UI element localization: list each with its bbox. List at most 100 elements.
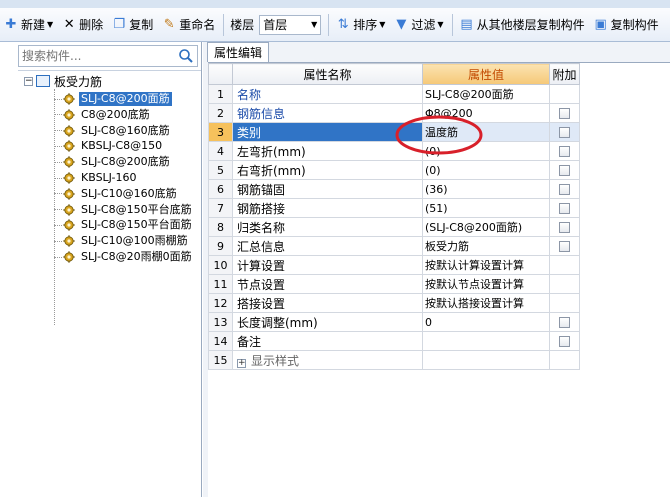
component-group-icon [36,75,50,87]
tree-item[interactable]: C8@200底筋 [54,107,152,123]
property-value[interactable]: (36) [422,179,550,199]
property-row[interactable]: 8 归类名称 (SLJ-C8@200面筋) [208,217,580,237]
property-row[interactable]: 3 类别 温度筋 [208,122,580,142]
tree-item-label: C8@200底筋 [81,107,150,121]
property-row[interactable]: 1 名称 SLJ-C8@200面筋 [208,84,580,104]
delete-button[interactable]: ✕ 删除 [58,13,106,37]
property-row[interactable]: 12 搭接设置 按默认搭接设置计算 [208,293,580,313]
property-row[interactable]: 11 节点设置 按默认节点设置计算 [208,274,580,294]
property-name[interactable]: 钢筋搭接 [232,198,423,218]
property-value[interactable]: 按默认计算设置计算 [422,255,550,275]
property-name[interactable]: 长度调整(mm) [232,312,423,332]
tree-item[interactable]: SLJ-C8@150平台底筋 [54,202,194,218]
component-panel: − 板受力筋 SLJ-C8@200面筋C8@200底筋 SLJ-C8@160底筋 K… [0,42,202,497]
property-row[interactable]: 4 左弯折(mm) (0) [208,141,580,161]
property-name[interactable]: + 显示样式 [232,350,423,370]
property-name[interactable]: 归类名称 [232,217,423,237]
tree-item[interactable]: KBSLJ-160 [54,170,139,186]
tree-item[interactable]: SLJ-C8@200面筋 [54,91,172,107]
filter-button[interactable]: ▼ 过滤 ▼ [390,13,446,37]
property-extra [549,179,580,199]
attach-checkbox[interactable] [559,146,570,157]
property-name[interactable]: 节点设置 [232,274,423,294]
attach-checkbox[interactable] [559,184,570,195]
property-value[interactable]: 0 [422,312,550,332]
rebar-component-icon [63,93,75,105]
property-name[interactable]: 备注 [232,331,423,351]
expand-icon[interactable]: + [237,358,246,368]
tree-connector [54,98,62,100]
property-value[interactable]: 按默认节点设置计算 [422,274,550,294]
collapse-icon[interactable]: − [24,76,33,86]
attach-checkbox[interactable] [559,203,570,214]
copy-to-button[interactable]: ▣ 复制构件 [590,13,662,37]
attach-checkbox[interactable] [559,127,570,138]
title-strip [0,0,670,8]
property-extra [549,236,580,256]
property-value[interactable]: 按默认搭接设置计算 [422,293,550,313]
attach-checkbox[interactable] [559,241,570,252]
new-button[interactable]: ✚ 新建 ▼ [0,13,56,37]
property-value[interactable]: (SLJ-C8@200面筋) [422,217,550,237]
property-value[interactable]: (0) [422,141,550,161]
property-name[interactable]: 名称 [232,84,423,104]
attach-checkbox[interactable] [559,165,570,176]
attach-checkbox[interactable] [559,317,570,328]
property-row[interactable]: 2 钢筋信息 Φ8@200 [208,103,580,123]
column-header-extra: 附加 [549,63,580,85]
property-name[interactable]: 钢筋锚固 [232,179,423,199]
tree-connector [54,161,62,163]
property-row[interactable]: 5 右弯折(mm) (0) [208,160,580,180]
tree-item[interactable]: SLJ-C8@150平台面筋 [54,217,194,233]
attach-checkbox[interactable] [559,336,570,347]
sort-button[interactable]: ⇅ 排序 ▼ [332,13,388,37]
rename-button[interactable]: ✎ 重命名 [158,13,218,37]
attach-checkbox[interactable] [559,108,570,119]
property-name[interactable]: 计算设置 [232,255,423,275]
property-value[interactable]: 板受力筋 [422,236,550,256]
tree-item[interactable]: SLJ-C10@100雨棚筋 [54,233,190,249]
property-row[interactable]: 7 钢筋搭接 (51) [208,198,580,218]
property-row[interactable]: 6 钢筋锚固 (36) [208,179,580,199]
tree-root[interactable]: − 板受力筋 [24,73,102,89]
property-row[interactable]: 9 汇总信息 板受力筋 [208,236,580,256]
property-name[interactable]: 右弯折(mm) [232,160,423,180]
tree-item[interactable]: KBSLJ-C8@150 [54,138,164,154]
property-name-label: 计算设置 [237,258,286,273]
copy-from-floor-button[interactable]: ▤ 从其他楼层复制构件 [456,13,588,37]
tree-item[interactable]: SLJ-C8@160底筋 [54,123,172,139]
floor-select[interactable]: 首层 ▼ [259,14,322,35]
search-input[interactable] [19,46,169,66]
property-value[interactable] [422,350,550,370]
tree-item[interactable]: SLJ-C10@160底筋 [54,186,179,202]
property-value[interactable]: (51) [422,198,550,218]
tree-item[interactable]: SLJ-C8@200底筋 [54,154,172,170]
tree-item-label: SLJ-C10@100雨棚筋 [81,234,188,248]
property-value[interactable] [422,331,550,351]
property-value[interactable]: Φ8@200 [422,103,550,123]
property-row[interactable]: 10 计算设置 按默认计算设置计算 [208,255,580,275]
property-extra [549,84,580,104]
property-name[interactable]: 左弯折(mm) [232,141,423,161]
property-row[interactable]: 13 长度调整(mm) 0 [208,312,580,332]
property-value[interactable]: (0) [422,160,550,180]
attach-checkbox[interactable] [559,222,570,233]
property-name[interactable]: 汇总信息 [232,236,423,256]
property-value[interactable]: SLJ-C8@200面筋 [422,84,550,104]
property-name[interactable]: 类别 [232,122,423,142]
rebar-component-icon [63,109,75,121]
property-value[interactable]: 温度筋 [422,122,550,142]
copy-to-icon: ▣ [594,16,607,32]
tree-item-label: SLJ-C10@160底筋 [81,186,177,200]
copy-button[interactable]: ❐ 复制 [108,13,156,37]
property-row[interactable]: 14 备注 [208,331,580,351]
tree-item[interactable]: SLJ-C8@20雨棚0面筋 [54,249,194,265]
property-extra [549,141,580,161]
property-row[interactable]: 15 + 显示样式 [208,350,580,370]
search-icon[interactable] [178,48,194,64]
row-number: 6 [208,179,233,199]
tab-property-edit[interactable]: 属性编辑 [207,42,270,62]
search-box[interactable] [18,45,198,67]
property-name[interactable]: 搭接设置 [232,293,423,313]
property-name[interactable]: 钢筋信息 [232,103,423,123]
